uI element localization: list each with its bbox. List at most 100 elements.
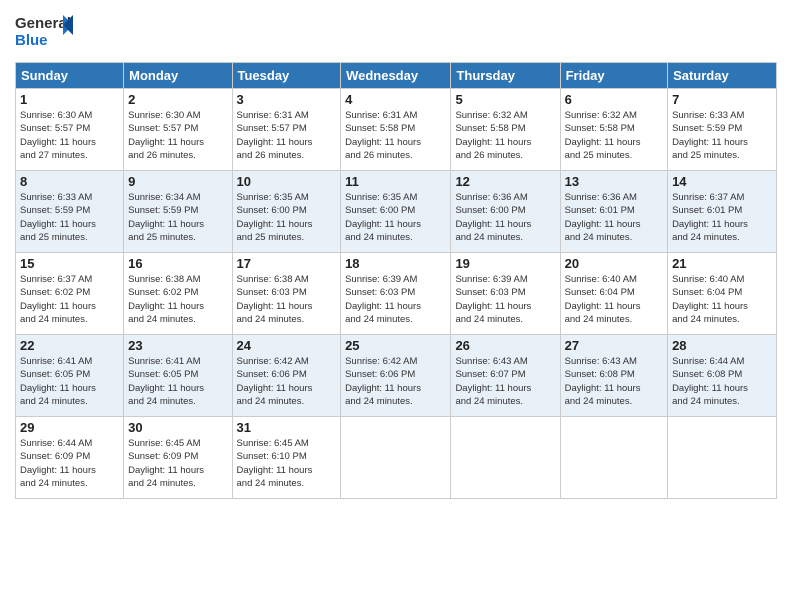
svg-text:Blue: Blue <box>15 32 48 49</box>
day-number: 28 <box>672 338 772 353</box>
header-sunday: Sunday <box>16 63 124 89</box>
table-cell: 16Sunrise: 6:38 AMSunset: 6:02 PMDayligh… <box>124 253 232 335</box>
day-number: 19 <box>455 256 555 271</box>
day-number: 25 <box>345 338 446 353</box>
table-cell: 13 Sunrise: 6:36 AMSunset: 6:01 PMDayligh… <box>560 171 667 253</box>
table-cell: 6Sunrise: 6:32 AMSunset: 5:58 PMDaylight… <box>560 89 667 171</box>
day-info: Sunrise: 6:40 AMSunset: 6:04 PMDaylight:… <box>565 273 663 326</box>
day-info: Sunrise: 6:35 AMSunset: 6:00 PMDaylight:… <box>345 191 446 244</box>
calendar-row-1: 8Sunrise: 6:33 AMSunset: 5:59 PMDaylight… <box>16 171 777 253</box>
header-tuesday: Tuesday <box>232 63 341 89</box>
header-thursday: Thursday <box>451 63 560 89</box>
day-info: Sunrise: 6:44 AMSunset: 6:08 PMDaylight:… <box>672 355 772 408</box>
header-wednesday: Wednesday <box>341 63 451 89</box>
day-number: 2 <box>128 92 227 107</box>
calendar-row-3: 22 Sunrise: 6:41 AMSunset: 6:05 PMDayligh… <box>16 335 777 417</box>
day-number: 5 <box>455 92 555 107</box>
day-number: 12 <box>455 174 555 189</box>
day-number: 27 <box>565 338 663 353</box>
day-info: Sunrise: 6:37 AMSunset: 6:01 PMDaylight:… <box>672 191 772 244</box>
day-number: 20 <box>565 256 663 271</box>
day-info: Sunrise: 6:37 AMSunset: 6:02 PMDaylight:… <box>20 273 119 326</box>
page-header: GeneralBlue <box>15 10 777 54</box>
page-container: GeneralBlue Sunday Monday Tuesday Wednes… <box>0 0 792 504</box>
day-info: Sunrise: 6:42 AMSunset: 6:06 PMDaylight:… <box>237 355 337 408</box>
day-info: Sunrise: 6:36 AMSunset: 6:00 PMDaylight:… <box>455 191 555 244</box>
day-number: 7 <box>672 92 772 107</box>
day-info: Sunrise: 6:30 AMSunset: 5:57 PMDaylight:… <box>20 109 119 162</box>
day-number: 30 <box>128 420 227 435</box>
calendar-row-4: 29 Sunrise: 6:44 AMSunset: 6:09 PMDayligh… <box>16 417 777 499</box>
day-info: Sunrise: 6:39 AMSunset: 6:03 PMDaylight:… <box>455 273 555 326</box>
table-cell <box>668 417 777 499</box>
header-friday: Friday <box>560 63 667 89</box>
day-info: Sunrise: 6:33 AMSunset: 5:59 PMDaylight:… <box>672 109 772 162</box>
table-cell: 1 Sunrise: 6:30 AMSunset: 5:57 PMDaylight… <box>16 89 124 171</box>
day-number: 14 <box>672 174 772 189</box>
header-saturday: Saturday <box>668 63 777 89</box>
logo-svg: GeneralBlue <box>15 10 75 54</box>
table-cell: 23 Sunrise: 6:41 AMSunset: 6:05 PMDayligh… <box>124 335 232 417</box>
table-cell: 20 Sunrise: 6:40 AMSunset: 6:04 PMDayligh… <box>560 253 667 335</box>
day-number: 1 <box>20 92 119 107</box>
day-info: Sunrise: 6:41 AMSunset: 6:05 PMDaylight:… <box>20 355 119 408</box>
day-number: 29 <box>20 420 119 435</box>
day-info: Sunrise: 6:35 AMSunset: 6:00 PMDaylight:… <box>237 191 337 244</box>
table-cell: 18 Sunrise: 6:39 AMSunset: 6:03 PMDayligh… <box>341 253 451 335</box>
calendar-row-0: 1 Sunrise: 6:30 AMSunset: 5:57 PMDaylight… <box>16 89 777 171</box>
day-number: 18 <box>345 256 446 271</box>
logo: GeneralBlue <box>15 10 75 54</box>
table-cell: 19 Sunrise: 6:39 AMSunset: 6:03 PMDayligh… <box>451 253 560 335</box>
day-info: Sunrise: 6:32 AMSunset: 5:58 PMDaylight:… <box>565 109 663 162</box>
day-number: 23 <box>128 338 227 353</box>
calendar-table: Sunday Monday Tuesday Wednesday Thursday… <box>15 62 777 499</box>
day-info: Sunrise: 6:30 AMSunset: 5:57 PMDaylight:… <box>128 109 227 162</box>
table-cell: 5 Sunrise: 6:32 AMSunset: 5:58 PMDaylight… <box>451 89 560 171</box>
day-number: 26 <box>455 338 555 353</box>
day-info: Sunrise: 6:45 AMSunset: 6:10 PMDaylight:… <box>237 437 337 490</box>
day-number: 16 <box>128 256 227 271</box>
calendar-row-2: 15 Sunrise: 6:37 AMSunset: 6:02 PMDayligh… <box>16 253 777 335</box>
day-number: 3 <box>237 92 337 107</box>
table-cell <box>560 417 667 499</box>
table-cell: 4 Sunrise: 6:31 AMSunset: 5:58 PMDaylight… <box>341 89 451 171</box>
header-monday: Monday <box>124 63 232 89</box>
day-number: 10 <box>237 174 337 189</box>
day-info: Sunrise: 6:44 AMSunset: 6:09 PMDaylight:… <box>20 437 119 490</box>
day-number: 17 <box>237 256 337 271</box>
calendar-header-row: Sunday Monday Tuesday Wednesday Thursday… <box>16 63 777 89</box>
table-cell: 27 Sunrise: 6:43 AMSunset: 6:08 PMDayligh… <box>560 335 667 417</box>
day-number: 8 <box>20 174 119 189</box>
day-info: Sunrise: 6:32 AMSunset: 5:58 PMDaylight:… <box>455 109 555 162</box>
table-cell: 7 Sunrise: 6:33 AMSunset: 5:59 PMDaylight… <box>668 89 777 171</box>
table-cell: 29 Sunrise: 6:44 AMSunset: 6:09 PMDayligh… <box>16 417 124 499</box>
day-number: 9 <box>128 174 227 189</box>
table-cell: 14 Sunrise: 6:37 AMSunset: 6:01 PMDayligh… <box>668 171 777 253</box>
day-number: 21 <box>672 256 772 271</box>
day-number: 11 <box>345 174 446 189</box>
day-number: 31 <box>237 420 337 435</box>
day-number: 15 <box>20 256 119 271</box>
day-number: 22 <box>20 338 119 353</box>
table-cell: 22 Sunrise: 6:41 AMSunset: 6:05 PMDayligh… <box>16 335 124 417</box>
day-info: Sunrise: 6:34 AMSunset: 5:59 PMDaylight:… <box>128 191 227 244</box>
day-info: Sunrise: 6:42 AMSunset: 6:06 PMDaylight:… <box>345 355 446 408</box>
table-cell: 15 Sunrise: 6:37 AMSunset: 6:02 PMDayligh… <box>16 253 124 335</box>
day-info: Sunrise: 6:31 AMSunset: 5:58 PMDaylight:… <box>345 109 446 162</box>
day-info: Sunrise: 6:39 AMSunset: 6:03 PMDaylight:… <box>345 273 446 326</box>
day-info: Sunrise: 6:43 AMSunset: 6:07 PMDaylight:… <box>455 355 555 408</box>
day-number: 24 <box>237 338 337 353</box>
table-cell: 26 Sunrise: 6:43 AMSunset: 6:07 PMDayligh… <box>451 335 560 417</box>
table-cell: 21Sunrise: 6:40 AMSunset: 6:04 PMDayligh… <box>668 253 777 335</box>
day-info: Sunrise: 6:41 AMSunset: 6:05 PMDaylight:… <box>128 355 227 408</box>
day-number: 13 <box>565 174 663 189</box>
table-cell: 12 Sunrise: 6:36 AMSunset: 6:00 PMDayligh… <box>451 171 560 253</box>
table-cell: 8Sunrise: 6:33 AMSunset: 5:59 PMDaylight… <box>16 171 124 253</box>
table-cell: 28 Sunrise: 6:44 AMSunset: 6:08 PMDayligh… <box>668 335 777 417</box>
day-info: Sunrise: 6:43 AMSunset: 6:08 PMDaylight:… <box>565 355 663 408</box>
svg-text:General: General <box>15 15 71 32</box>
day-number: 4 <box>345 92 446 107</box>
table-cell: 30Sunrise: 6:45 AMSunset: 6:09 PMDayligh… <box>124 417 232 499</box>
table-cell: 10 Sunrise: 6:35 AMSunset: 6:00 PMDayligh… <box>232 171 341 253</box>
day-info: Sunrise: 6:36 AMSunset: 6:01 PMDaylight:… <box>565 191 663 244</box>
